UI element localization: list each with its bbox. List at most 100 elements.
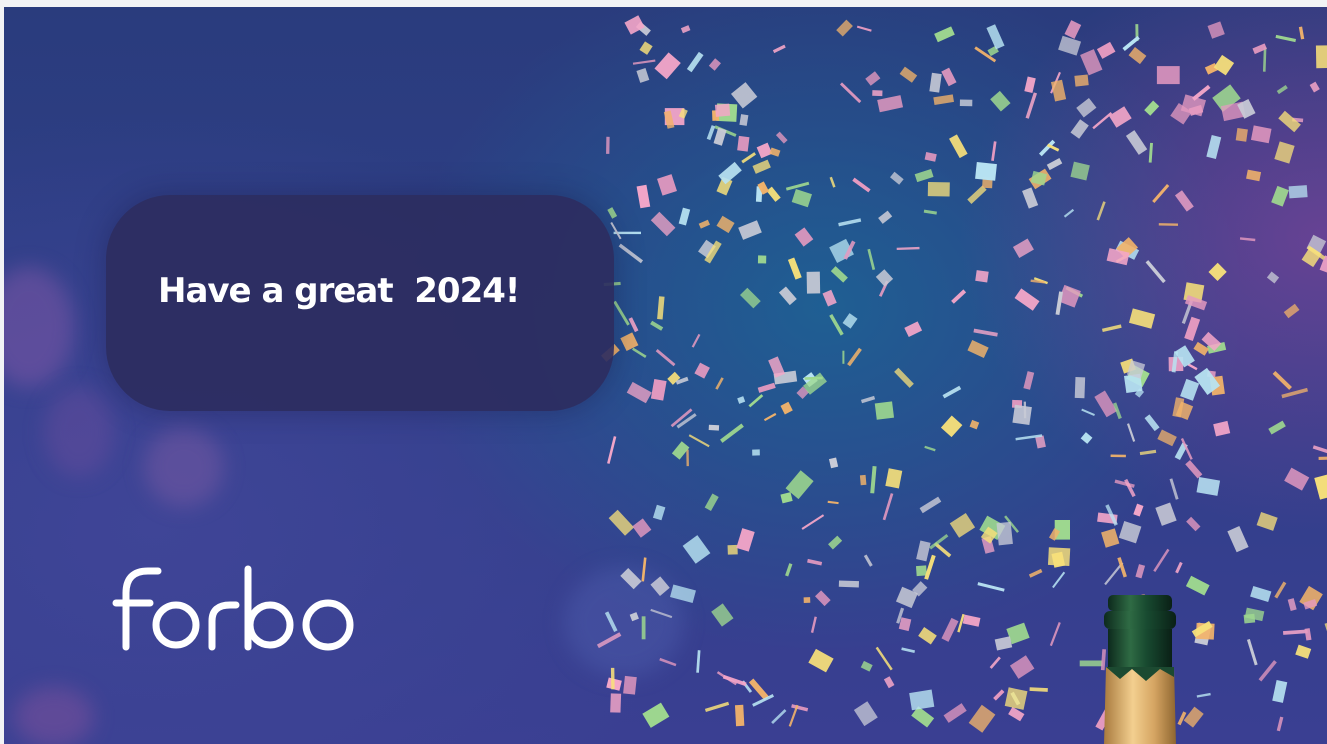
confetti-piece (698, 219, 710, 229)
confetti-piece (629, 612, 639, 622)
confetti-piece (1283, 629, 1308, 635)
confetti-piece (933, 94, 954, 106)
confetti-piece (1144, 100, 1160, 116)
confetti-piece (808, 648, 834, 673)
confetti-piece (650, 608, 673, 619)
confetti-piece (1128, 308, 1156, 329)
confetti-piece (1309, 81, 1320, 93)
confetti-piece (909, 689, 935, 711)
confetti-piece (682, 535, 711, 564)
confetti-piece (1029, 687, 1048, 692)
confetti-piece (1276, 84, 1288, 95)
confetti-piece (1275, 34, 1297, 43)
confetti-piece (688, 434, 710, 448)
confetti-piece (720, 423, 744, 443)
confetti-piece (927, 182, 950, 197)
confetti-piece (1080, 432, 1093, 444)
confetti-piece (898, 617, 912, 632)
confetti-piece (620, 332, 639, 351)
confetti-piece (838, 580, 860, 588)
confetti-piece (763, 412, 777, 422)
confetti-piece (874, 401, 895, 420)
confetti-piece (962, 614, 981, 627)
confetti-piece (896, 246, 920, 250)
confetti-piece (1213, 54, 1235, 76)
confetti-piece (1281, 387, 1309, 399)
confetti-piece (680, 25, 691, 34)
confetti-piece (650, 320, 664, 331)
confetti-piece (694, 362, 710, 379)
confetti-piece (715, 377, 724, 390)
confetti-piece (860, 660, 873, 672)
greeting-card: Have a great 2024! (106, 195, 614, 411)
confetti-piece (859, 474, 867, 486)
confetti-piece (1070, 161, 1090, 181)
confetti-piece (748, 394, 764, 408)
confetti-piece (1118, 521, 1142, 544)
confetti-piece (659, 657, 677, 667)
confetti-piece (1312, 445, 1327, 455)
confetti-piece (1258, 660, 1277, 682)
confetti-piece (1266, 271, 1280, 284)
confetti-piece (872, 90, 883, 97)
confetti-piece (940, 415, 963, 438)
forbo-logo (112, 565, 354, 651)
confetti-piece (1074, 377, 1086, 399)
confetti-piece (708, 424, 720, 431)
confetti-piece (1246, 638, 1258, 666)
confetti-piece (1009, 655, 1035, 679)
confetti-piece (1047, 547, 1071, 567)
confetti-piece (1250, 585, 1272, 603)
confetti-piece (1024, 76, 1036, 93)
confetti-piece (830, 266, 848, 283)
confetti-piece (1274, 141, 1295, 164)
confetti-piece (810, 616, 817, 633)
confetti-piece (1175, 561, 1183, 574)
confetti-piece (769, 147, 781, 157)
confetti-piece (1128, 47, 1147, 65)
confetti-piece (827, 500, 839, 505)
confetti-piece (1196, 692, 1211, 698)
confetti-piece (727, 544, 738, 555)
confetti-piece (828, 535, 843, 550)
confetti-piece (975, 270, 989, 283)
confetti-piece (610, 221, 622, 240)
confetti-piece (748, 678, 769, 701)
confetti-piece (1288, 185, 1308, 199)
confetti-piece (737, 135, 750, 152)
confetti-piece (620, 567, 642, 590)
confetti-piece (842, 313, 858, 329)
confetti-piece (1152, 183, 1170, 204)
confetti-piece (696, 650, 701, 673)
confetti-piece (1124, 478, 1136, 498)
confetti-piece (1180, 378, 1200, 401)
confetti-piece (1268, 420, 1286, 435)
confetti-piece (1314, 474, 1327, 500)
confetti-piece (1250, 125, 1272, 144)
confetti-piece (828, 457, 839, 469)
confetti-piece (628, 317, 639, 333)
confetti-piece (852, 177, 871, 193)
confetti-piece (885, 468, 903, 489)
confetti-piece (842, 350, 845, 364)
greeting-text: Have a great 2024! (158, 271, 520, 311)
confetti-piece (1271, 185, 1289, 207)
confetti-piece (716, 215, 735, 234)
confetti-piece (714, 103, 731, 117)
confetti-piece (856, 25, 872, 32)
confetti-piece (1256, 512, 1278, 531)
confetti-piece (899, 66, 918, 83)
confetti-piece (1133, 503, 1144, 517)
confetti-piece (801, 514, 825, 530)
champagne-bottle-icon (1104, 595, 1176, 744)
confetti-piece (1318, 456, 1327, 461)
confetti-piece (650, 576, 670, 596)
confetti-piece (919, 496, 942, 514)
confetti-piece (904, 321, 923, 338)
confetti-piece (894, 367, 914, 388)
confetti-piece (1148, 142, 1153, 163)
confetti-piece (1156, 66, 1180, 85)
confetti-piece (867, 248, 876, 271)
confetti-piece (650, 378, 667, 401)
confetti-piece (739, 114, 749, 126)
